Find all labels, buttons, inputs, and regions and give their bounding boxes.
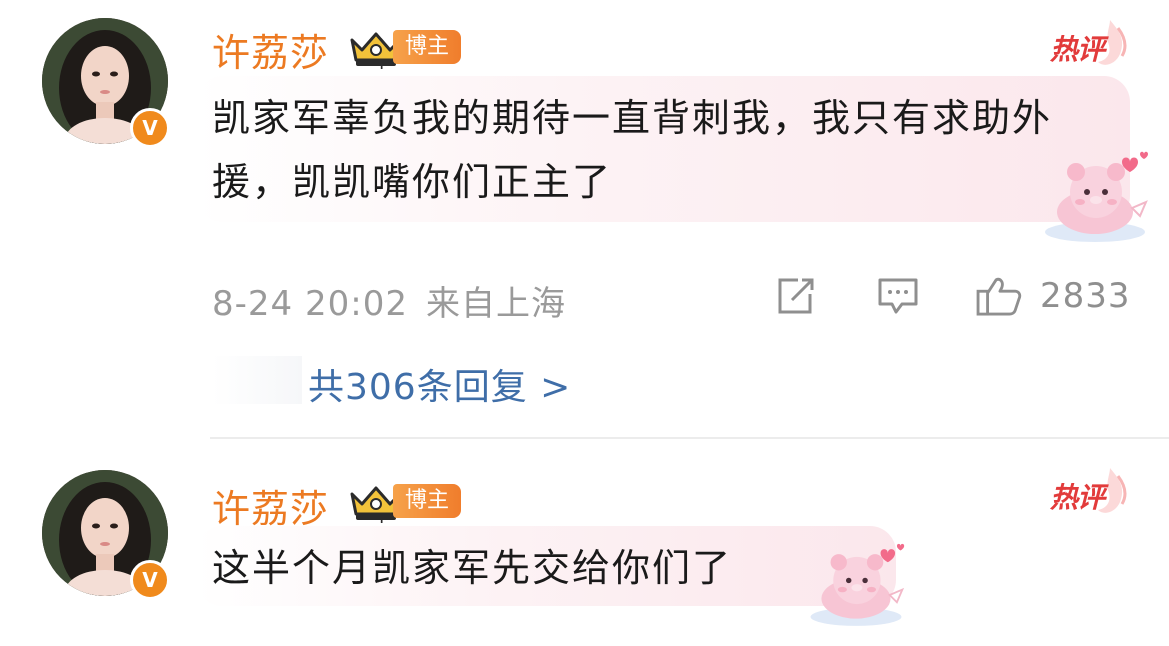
comment-icon[interactable] bbox=[876, 276, 920, 316]
hot-comment-label: 热评 bbox=[1050, 481, 1105, 514]
comment-text: 这半个月凯家军先交给你们了 bbox=[212, 546, 733, 590]
comment-time: 8-24 20:02 bbox=[212, 284, 408, 324]
verified-badge-icon: V bbox=[130, 108, 170, 148]
like-count: 2833 bbox=[1040, 276, 1131, 316]
hot-comment-tag: 热评 bbox=[1050, 464, 1130, 520]
comment-list: V 许荔莎 I 博主 热评 凯家军辜负我的期待一直背刺我，我只有求助外援，凯凯嘴… bbox=[0, 0, 1169, 646]
username[interactable]: 许荔莎 bbox=[212, 478, 329, 533]
hot-comment-label: 热评 bbox=[1050, 33, 1105, 66]
blogger-badge: 博主 bbox=[393, 30, 462, 64]
username[interactable]: 许荔莎 bbox=[212, 22, 329, 77]
blogger-badge: 博主 bbox=[393, 484, 462, 518]
thumbs-up-icon[interactable] bbox=[974, 276, 1024, 316]
comment-item: V 许荔莎 I 博主 热评 这半个月凯家军先交给你们了 bbox=[0, 450, 1169, 646]
comment-meta: 8-24 20:02 来自上海 bbox=[212, 276, 566, 325]
comment-item: V 许荔莎 I 博主 热评 凯家军辜负我的期待一直背刺我，我只有求助外援，凯凯嘴… bbox=[0, 0, 1169, 439]
share-icon[interactable] bbox=[774, 276, 818, 316]
replies-decoration bbox=[212, 356, 302, 404]
comment-text: 凯家军辜负我的期待一直背刺我，我只有求助外援，凯凯嘴你们正主了 bbox=[212, 96, 1053, 204]
comment-location: 来自上海 bbox=[425, 284, 566, 324]
hot-comment-tag: 热评 bbox=[1050, 16, 1130, 72]
view-replies-link[interactable]: 共306条回复 > bbox=[308, 358, 571, 410]
svg-text:I: I bbox=[380, 62, 383, 70]
divider bbox=[210, 437, 1169, 439]
pink-bear-sticker bbox=[810, 543, 905, 626]
svg-text:I: I bbox=[380, 516, 383, 524]
verified-badge-icon: V bbox=[130, 560, 170, 600]
pink-bear-sticker bbox=[1045, 151, 1148, 242]
